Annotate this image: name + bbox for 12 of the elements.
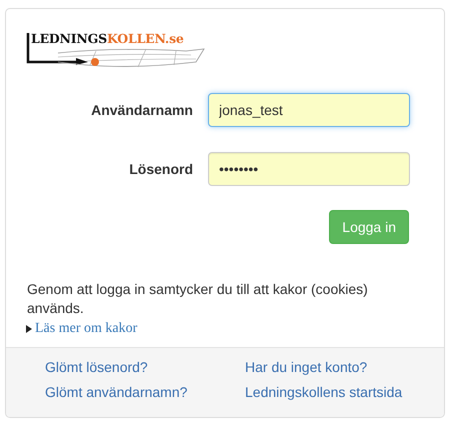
footer-link[interactable]: Har du inget konto? <box>245 358 368 376</box>
input-field[interactable]: •••••••• <box>208 152 410 186</box>
consent-text: Genom att logga in samtycker du till att kakor (cookies) används. <box>27 280 369 318</box>
field-label: Lösenord <box>128 161 193 177</box>
footer-link[interactable]: Glömt lösenord? <box>45 358 148 376</box>
login-button[interactable]: Logga in <box>329 210 409 244</box>
footer-link[interactable]: Ledningskollens startsida <box>245 383 402 401</box>
logo-text: LEDNINGSKOLLEN.se <box>31 31 184 46</box>
field-label: Användarnamn <box>90 102 193 118</box>
read-more-link[interactable]: Läs mer om kakor <box>26 321 138 337</box>
footer-link[interactable]: Glömt användarnamn? <box>45 383 188 401</box>
input-field[interactable]: jonas_test <box>208 93 410 127</box>
